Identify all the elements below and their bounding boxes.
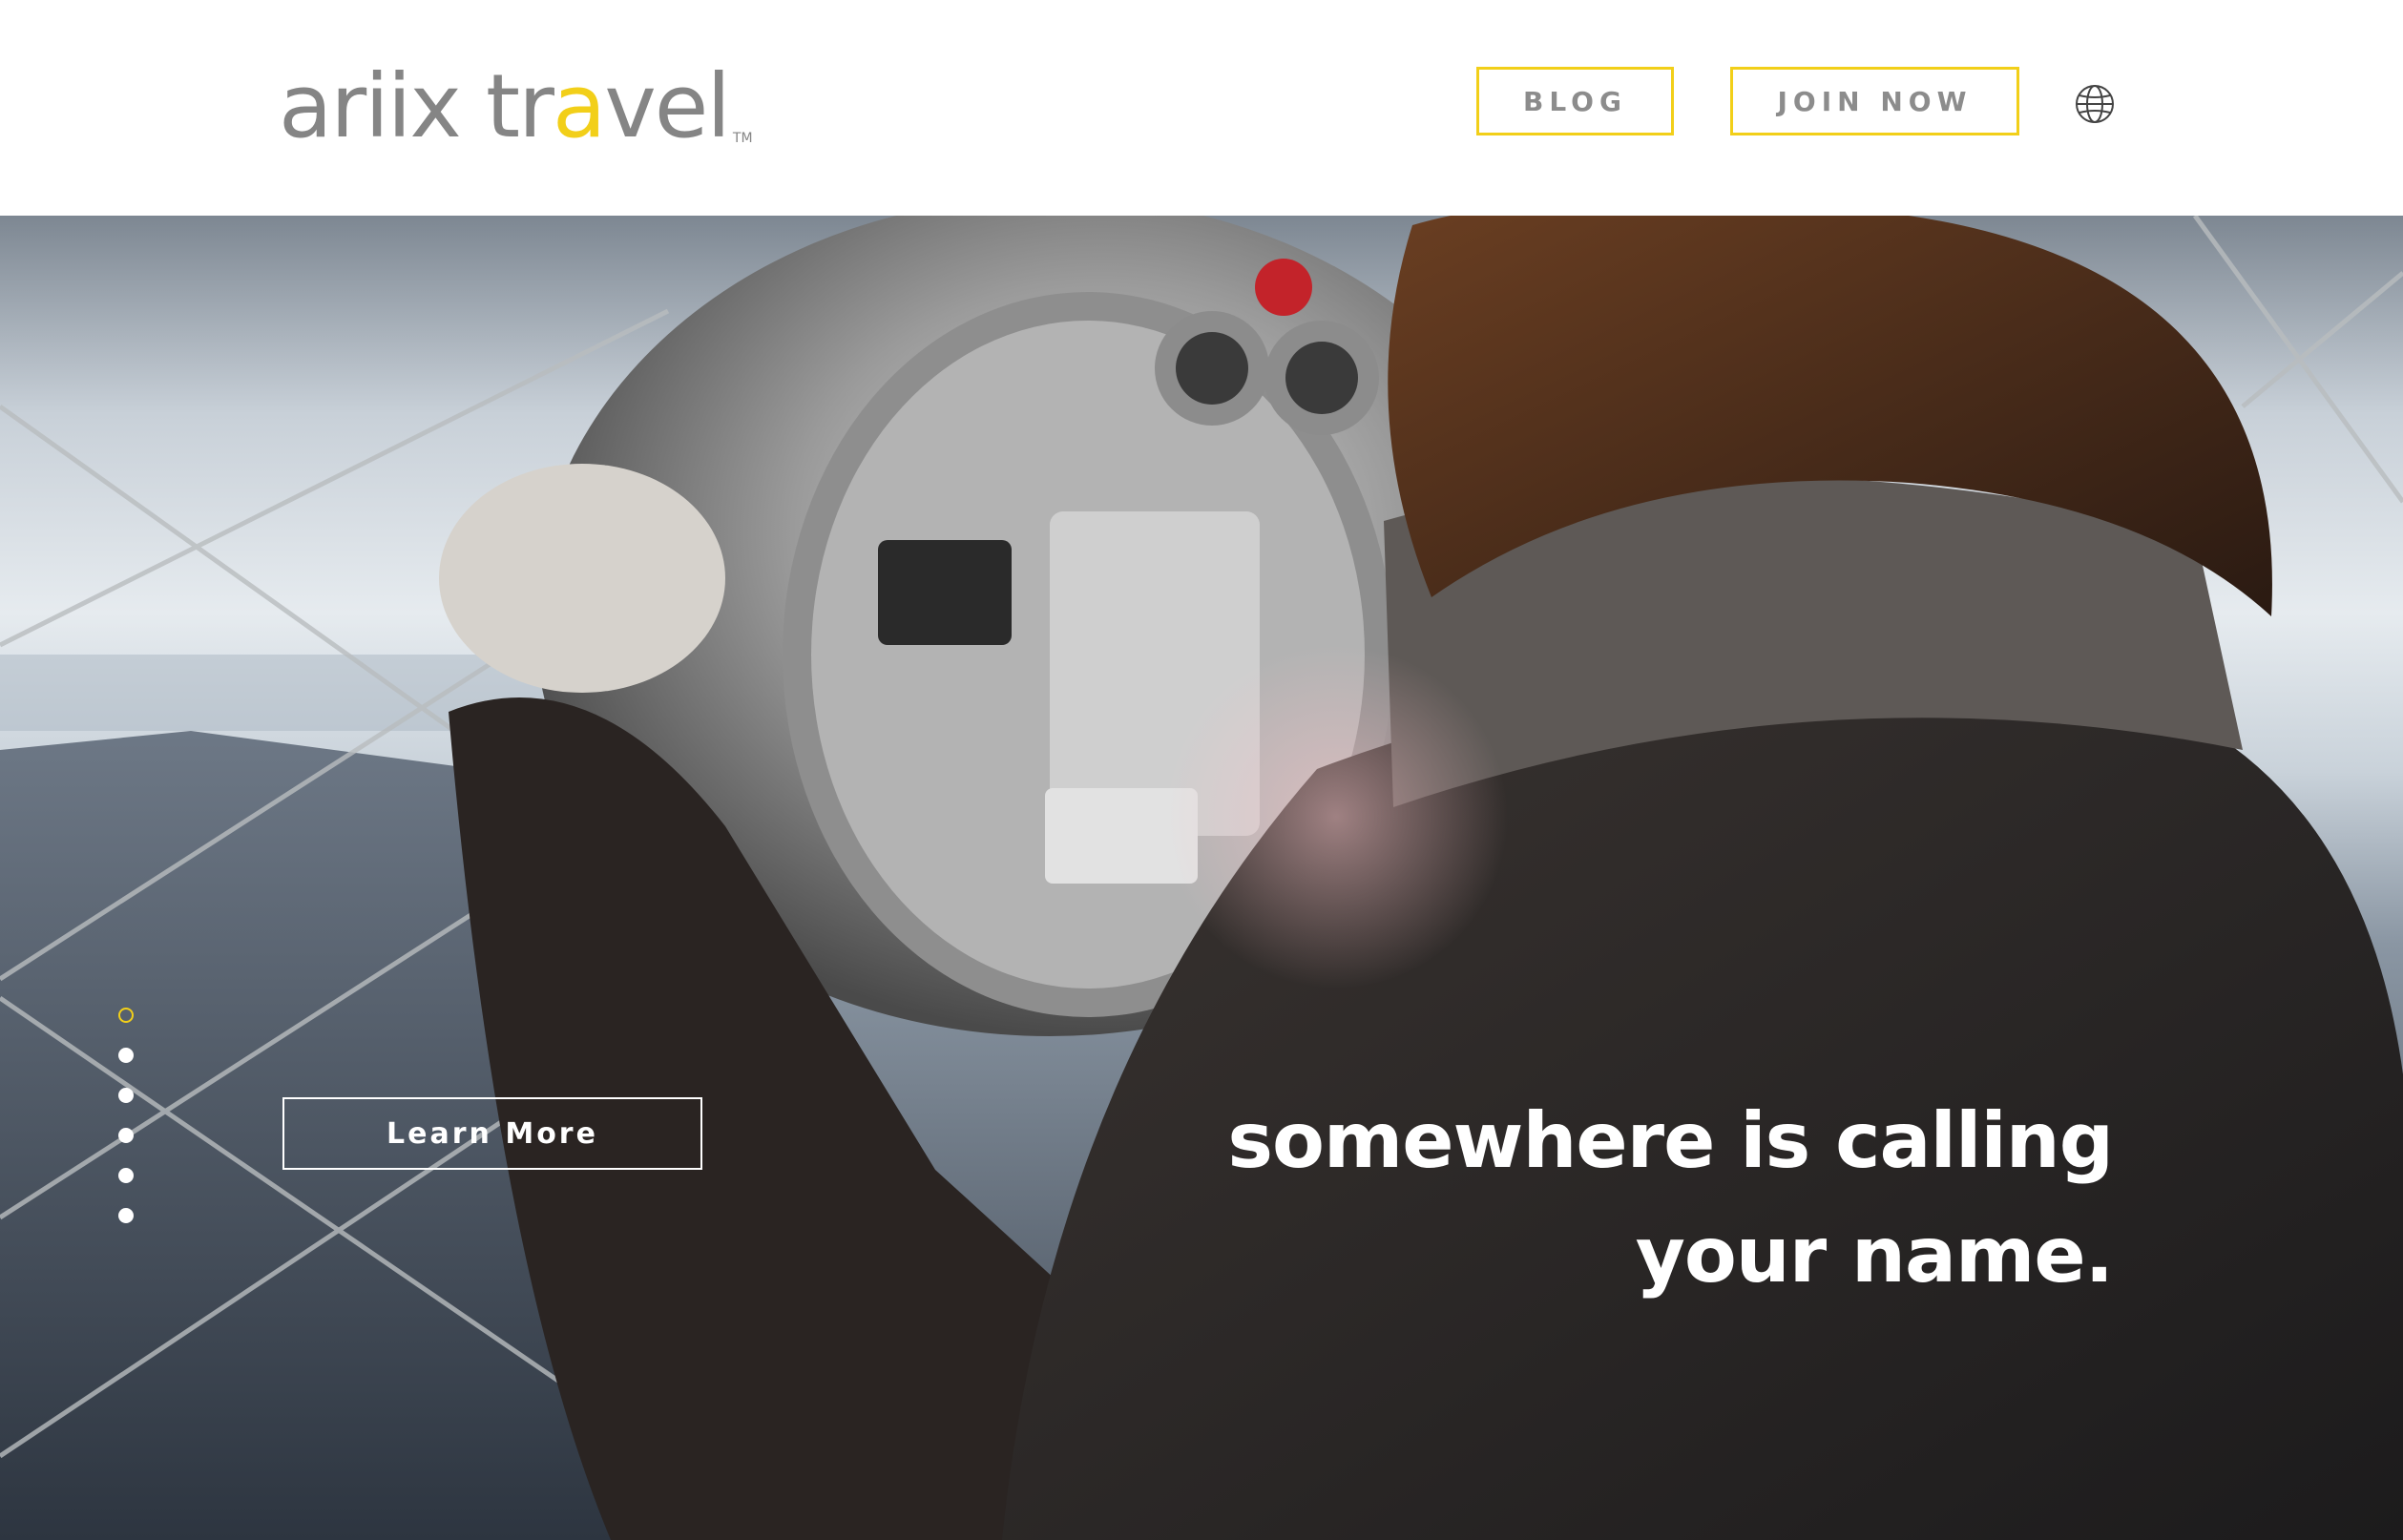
slide-dot-4[interactable] [118,1128,134,1143]
site-header: ariix tr a vel TM BLOG JOIN NOW [0,0,2403,216]
ariix-travel-logo[interactable]: ariix tr a vel TM [279,55,753,151]
blog-button[interactable]: BLOG [1476,67,1674,135]
join-now-button[interactable]: JOIN NOW [1730,67,2019,135]
globe-icon[interactable] [2075,84,2115,124]
logo-text-part1: ariix tr [279,55,554,157]
tagline-line-1: somewhere is calling [1227,1096,2114,1185]
logo-text-part2: vel [604,55,731,157]
slide-dot-2[interactable] [118,1048,134,1063]
slide-dot-6[interactable] [118,1208,134,1223]
slide-dot-1[interactable] [118,1008,134,1023]
logo-text-accent: a [552,55,606,157]
hero-tagline: somewhere is calling your name. [968,1084,2114,1313]
logo-trademark: TM [732,131,753,146]
slide-dot-5[interactable] [118,1168,134,1183]
tagline-line-2: your name. [1635,1211,2114,1300]
hero-background-image [0,216,2403,1540]
slide-dot-3[interactable] [118,1088,134,1103]
learn-more-button[interactable]: Learn More [282,1097,702,1170]
hero-banner: Learn More somewhere is calling your nam… [0,216,2403,1540]
